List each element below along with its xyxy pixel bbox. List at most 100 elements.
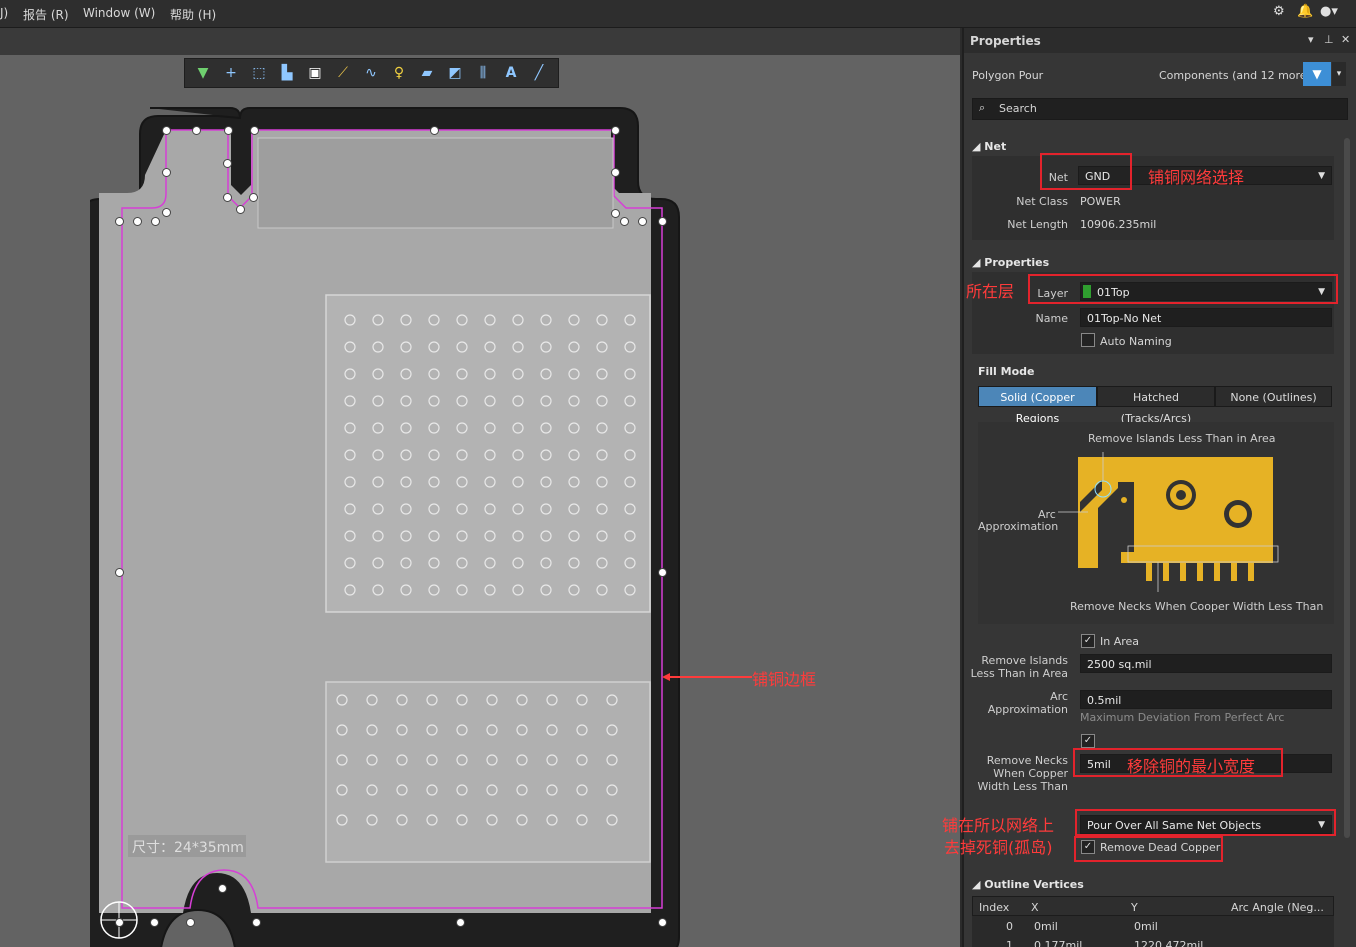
fill-icon[interactable]: ▰ bbox=[417, 63, 437, 83]
select-rect-icon[interactable]: ⬚ bbox=[249, 63, 269, 83]
panel-header: Properties ▾ ⊥ ✕ bbox=[964, 28, 1356, 53]
vertex-handle[interactable] bbox=[115, 918, 124, 927]
arc-label-1: Arc bbox=[1050, 690, 1068, 703]
line-icon[interactable]: ╱ bbox=[529, 63, 549, 83]
fill-mode-title: Fill Mode bbox=[978, 365, 1035, 378]
col-x[interactable]: X bbox=[1031, 901, 1039, 914]
name-input[interactable]: 01Top-No Net bbox=[1080, 308, 1332, 327]
arc-label-2: Approximation bbox=[987, 703, 1068, 716]
filter-icon[interactable]: ▼ bbox=[193, 63, 213, 83]
chart-icon[interactable]: ▙ bbox=[277, 63, 297, 83]
auto-naming-checkbox[interactable] bbox=[1081, 333, 1095, 347]
properties-section-title[interactable]: ◢ Properties bbox=[972, 256, 1049, 269]
vertex-handle[interactable] bbox=[250, 126, 259, 135]
table-row[interactable]: 1 0.177mil 1220.472mil bbox=[972, 937, 1334, 947]
outline-table-header: Index X Y Arc Angle (Neg... bbox=[972, 896, 1334, 916]
vertex-handle[interactable] bbox=[658, 568, 667, 577]
islands-label-2: Less Than in Area bbox=[970, 667, 1068, 680]
net-class-value: POWER bbox=[1080, 195, 1121, 208]
route-icon[interactable]: ⟋ bbox=[333, 63, 353, 83]
filter-dropdown-icon[interactable]: ▾ bbox=[1332, 62, 1346, 86]
search-icon: ⌕ bbox=[979, 101, 986, 114]
panel-menu-icon[interactable]: ▾ bbox=[1308, 33, 1314, 46]
vertex-handle[interactable] bbox=[223, 193, 232, 202]
bus-icon[interactable]: ⫼ bbox=[473, 63, 493, 83]
row-index: 0 bbox=[1006, 920, 1013, 933]
search-input[interactable]: ⌕ Search bbox=[972, 98, 1348, 120]
row-y: 0mil bbox=[1134, 920, 1158, 933]
table-row[interactable]: 0 0mil 0mil bbox=[972, 918, 1334, 934]
vertex-handle[interactable] bbox=[611, 209, 620, 218]
islands-input[interactable]: 2500 sq.mil bbox=[1080, 654, 1332, 673]
vertex-handle[interactable] bbox=[115, 568, 124, 577]
vertex-handle[interactable] bbox=[620, 217, 629, 226]
filter-summary: Components (and 12 more) bbox=[1159, 69, 1311, 82]
fill-mode-none-tab[interactable]: None (Outlines) bbox=[1215, 386, 1332, 407]
net-section-title[interactable]: ◢ Net bbox=[972, 140, 1006, 153]
close-icon[interactable]: ✕ bbox=[1341, 33, 1350, 46]
vertex-handle[interactable] bbox=[249, 193, 258, 202]
gear-icon[interactable]: ⚙ bbox=[1273, 4, 1285, 19]
necks-label-3: Width Less Than bbox=[977, 780, 1068, 793]
menu-item-reports[interactable]: 报告 (R) bbox=[23, 6, 69, 23]
auto-naming-label: Auto Naming bbox=[1100, 335, 1172, 348]
col-y[interactable]: Y bbox=[1131, 901, 1138, 914]
necks-checkbox[interactable]: ✓ bbox=[1081, 734, 1095, 748]
row-index: 1 bbox=[1006, 939, 1013, 947]
outline-arrow bbox=[662, 673, 752, 681]
filter-button[interactable]: ▼ bbox=[1303, 62, 1331, 86]
vertex-handle[interactable] bbox=[638, 217, 647, 226]
arc-input[interactable]: 0.5mil bbox=[1080, 690, 1332, 709]
annotation-box-net bbox=[1040, 153, 1132, 190]
in-area-checkbox[interactable]: ✓ bbox=[1081, 634, 1095, 648]
vertex-handle[interactable] bbox=[162, 126, 171, 135]
pin-icon[interactable]: ⊥ bbox=[1324, 33, 1334, 46]
vertex-handle[interactable] bbox=[115, 217, 124, 226]
vertex-handle[interactable] bbox=[456, 918, 465, 927]
annotation-neck: 移除铜的最小宽度 bbox=[1127, 757, 1256, 776]
copper-illustration bbox=[1058, 452, 1279, 592]
vertex-handle[interactable] bbox=[224, 126, 233, 135]
vertex-handle[interactable] bbox=[252, 918, 261, 927]
fill-mode-hatched-tab[interactable]: Hatched (Tracks/Arcs) bbox=[1097, 386, 1215, 425]
vertex-handle[interactable] bbox=[150, 918, 159, 927]
vertex-handle[interactable] bbox=[162, 168, 171, 177]
menu-item-help[interactable]: 帮助 (H) bbox=[170, 6, 216, 23]
annotation-box-pour bbox=[1075, 809, 1336, 836]
row-y: 1220.472mil bbox=[1134, 939, 1204, 947]
probe-icon[interactable]: ♀ bbox=[389, 63, 409, 83]
connector-block bbox=[257, 137, 614, 229]
vertex-handle[interactable] bbox=[192, 126, 201, 135]
diagram-approx-label: Approximation bbox=[978, 520, 1059, 533]
user-icon[interactable]: ●▾ bbox=[1320, 4, 1338, 19]
bell-icon[interactable]: 🔔 bbox=[1297, 4, 1313, 19]
vertex-handle[interactable] bbox=[151, 217, 160, 226]
vertex-handle[interactable] bbox=[611, 168, 620, 177]
fill-mode-solid-tab[interactable]: Solid (Copper Regions bbox=[978, 386, 1097, 425]
interactive-route-icon[interactable]: ∿ bbox=[361, 63, 381, 83]
col-index[interactable]: Index bbox=[979, 901, 1009, 914]
chevron-down-icon: ▼ bbox=[1318, 171, 1325, 181]
vertex-handle[interactable] bbox=[133, 217, 142, 226]
menu-item-partial[interactable]: J) bbox=[0, 6, 8, 20]
region-icon[interactable]: ◩ bbox=[445, 63, 465, 83]
panel-scrollbar[interactable] bbox=[1344, 138, 1350, 838]
chip-icon[interactable]: ▣ bbox=[305, 63, 325, 83]
vertex-handle[interactable] bbox=[162, 208, 171, 217]
vertex-handle[interactable] bbox=[223, 159, 232, 168]
menu-item-window[interactable]: Window (W) bbox=[83, 6, 155, 20]
net-class-label: Net Class bbox=[1016, 195, 1068, 208]
vertex-handle[interactable] bbox=[611, 126, 620, 135]
vertex-handle[interactable] bbox=[658, 918, 667, 927]
col-arc-angle[interactable]: Arc Angle (Neg... bbox=[1231, 901, 1324, 914]
vertex-handle[interactable] bbox=[430, 126, 439, 135]
add-icon[interactable]: + bbox=[221, 63, 241, 83]
outline-section-title[interactable]: ◢ Outline Vertices bbox=[972, 878, 1084, 891]
pcb-board[interactable]: 尺寸：24*35mm bbox=[90, 100, 690, 947]
vertex-handle[interactable] bbox=[236, 205, 245, 214]
vertex-handle[interactable] bbox=[658, 217, 667, 226]
vertex-handle[interactable] bbox=[186, 918, 195, 927]
vertex-handle[interactable] bbox=[218, 884, 227, 893]
text-icon[interactable]: A bbox=[501, 63, 521, 83]
fill-mode-diagram: Remove Islands Less Than in Area Arc App… bbox=[978, 422, 1334, 624]
